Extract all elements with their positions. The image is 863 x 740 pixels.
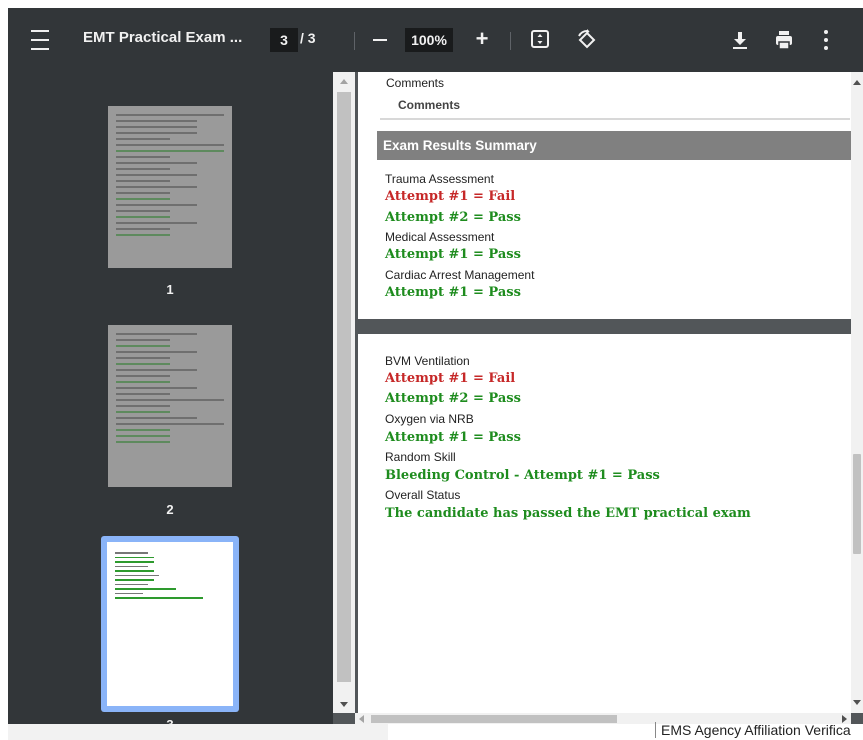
scroll-up-arrow-icon[interactable] — [340, 79, 348, 84]
page-thumbnail-3[interactable] — [107, 542, 233, 706]
skill-label: Random Skill — [385, 450, 456, 464]
sidebar-scroll-thumb[interactable] — [337, 92, 351, 682]
skill-label: Overall Status — [385, 488, 461, 502]
toolbar-divider — [510, 32, 511, 50]
page-thumbnail-2[interactable] — [108, 325, 232, 487]
exam-results-summary-header: Exam Results Summary — [377, 131, 863, 160]
download-icon[interactable] — [728, 28, 752, 52]
scroll-left-arrow-icon[interactable] — [359, 715, 364, 723]
fit-to-page-icon[interactable] — [530, 29, 550, 49]
scroll-down-arrow-icon[interactable] — [340, 702, 348, 707]
print-icon[interactable] — [772, 28, 796, 52]
pdf-page: Comments Comments Exam Results Summary T… — [358, 72, 863, 319]
comments-field-label: Comments — [398, 98, 461, 112]
attempt-result-pass: Attempt #2 = Pass — [385, 391, 521, 406]
zoom-input[interactable]: 100% — [405, 28, 453, 52]
attempt-result-pass: Attempt #1 = Pass — [385, 285, 521, 300]
attempt-result-fail: Attempt #1 = Fail — [385, 189, 516, 204]
horizontal-scroll-thumb[interactable] — [371, 715, 617, 723]
comments-header: Comments — [386, 76, 445, 90]
background-panel — [8, 724, 388, 740]
document-content: Comments Comments Exam Results Summary T… — [355, 72, 863, 713]
sidebar-scrollbar[interactable] — [333, 72, 355, 713]
minus-icon[interactable] — [370, 30, 390, 50]
page-thumbnail-3-selected[interactable] — [101, 536, 239, 712]
skill-label: Oxygen via NRB — [385, 412, 474, 426]
document-title: EMT Practical Exam ... — [83, 29, 243, 46]
more-vert-icon[interactable] — [820, 28, 832, 52]
thumbnail-label: 2 — [166, 502, 174, 517]
pdf-toolbar: EMT Practical Exam ... 3 / 3 100% + — [8, 8, 863, 72]
skill-label: Cardiac Arrest Management — [385, 268, 535, 282]
page-total: / 3 — [300, 30, 316, 46]
plus-icon[interactable]: + — [472, 28, 492, 50]
attempt-result-fail: Attempt #1 = Fail — [385, 371, 516, 386]
document-scrollbar[interactable] — [851, 72, 863, 713]
page-number-input[interactable]: 3 — [270, 28, 298, 52]
pdf-page: BVM Ventilation Attempt #1 = Fail Attemp… — [358, 334, 863, 713]
background-fragment-text: EMS Agency Affiliation Verifica — [655, 722, 851, 738]
toolbar-divider — [354, 32, 355, 50]
thumbnail-label: 1 — [166, 282, 174, 297]
attempt-result-pass: Attempt #1 = Pass — [385, 430, 521, 445]
menu-icon[interactable] — [28, 30, 52, 50]
thumbnail-label: 3 — [158, 717, 182, 724]
scroll-down-arrow-icon[interactable] — [853, 700, 861, 705]
page-thumbnail-1[interactable] — [108, 106, 232, 268]
skill-label: Medical Assessment — [385, 230, 495, 244]
attempt-result-pass: Attempt #1 = Pass — [385, 247, 521, 262]
summary-title: Exam Results Summary — [383, 138, 537, 153]
attempt-result-pass: Attempt #2 = Pass — [385, 210, 521, 225]
attempt-result-pass: Bleeding Control - Attempt #1 = Pass — [385, 468, 660, 483]
rotate-icon[interactable] — [575, 28, 599, 52]
overall-status-result: The candidate has passed the EMT practic… — [385, 506, 751, 521]
skill-label: BVM Ventilation — [385, 354, 470, 368]
pdf-viewer: EMT Practical Exam ... 3 / 3 100% + 1 2 … — [8, 8, 863, 724]
scroll-up-arrow-icon[interactable] — [853, 80, 861, 85]
skill-label: Trauma Assessment — [385, 172, 494, 186]
document-scroll-thumb[interactable] — [853, 454, 861, 554]
thumbnail-sidebar: 1 2 3 — [8, 72, 333, 724]
comments-field: Comments — [380, 90, 850, 120]
